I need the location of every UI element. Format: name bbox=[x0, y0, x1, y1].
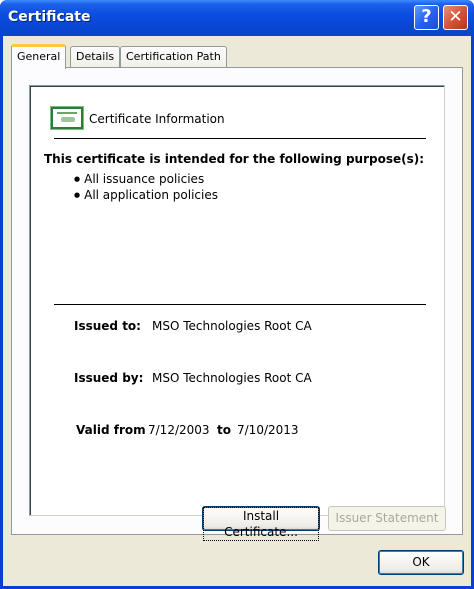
help-icon: ? bbox=[421, 6, 432, 27]
title-bar[interactable]: Certificate ? ✕ bbox=[0, 0, 474, 36]
tab-general[interactable]: General bbox=[11, 44, 67, 69]
certificate-info-heading: Certificate Information bbox=[89, 112, 225, 126]
help-button[interactable]: ? bbox=[414, 5, 439, 30]
install-certificate-label: Install Certificate... bbox=[203, 507, 319, 541]
general-tab-panel: Certificate Information This certificate… bbox=[11, 67, 463, 541]
window-title: Certificate bbox=[8, 9, 91, 25]
dialog-body: General Details Certification Path Certi… bbox=[3, 36, 471, 586]
details-divider bbox=[54, 304, 426, 305]
tab-certification-path[interactable]: Certification Path bbox=[120, 46, 227, 68]
valid-from-label: Valid from bbox=[76, 423, 146, 437]
heading-divider bbox=[54, 138, 426, 139]
close-icon: ✕ bbox=[448, 7, 463, 27]
issued-to-value: MSO Technologies Root CA bbox=[152, 319, 312, 333]
close-button[interactable]: ✕ bbox=[443, 5, 468, 30]
purpose-item: All issuance policies bbox=[74, 172, 218, 188]
ok-button[interactable]: OK bbox=[378, 550, 464, 575]
certificate-icon bbox=[50, 106, 84, 130]
valid-to-value: 7/10/2013 bbox=[237, 423, 299, 437]
issuer-statement-button[interactable]: Issuer Statement bbox=[328, 506, 446, 531]
tab-details[interactable]: Details bbox=[70, 46, 121, 68]
install-certificate-button[interactable]: Install Certificate... bbox=[202, 506, 320, 541]
purpose-list: All issuance policies All application po… bbox=[74, 172, 218, 204]
purpose-title: This certificate is intended for the fol… bbox=[44, 152, 425, 166]
valid-to-label: to bbox=[217, 423, 231, 437]
valid-from-value: 7/12/2003 bbox=[148, 423, 210, 437]
purpose-item: All application policies bbox=[74, 188, 218, 204]
certificate-dialog: Certificate ? ✕ General Details Certific… bbox=[0, 0, 474, 589]
issued-to-label: Issued to: bbox=[74, 319, 141, 333]
issued-by-label: Issued by: bbox=[74, 371, 144, 385]
issued-by-value: MSO Technologies Root CA bbox=[152, 371, 312, 385]
certificate-info-box: Certificate Information This certificate… bbox=[29, 85, 445, 516]
